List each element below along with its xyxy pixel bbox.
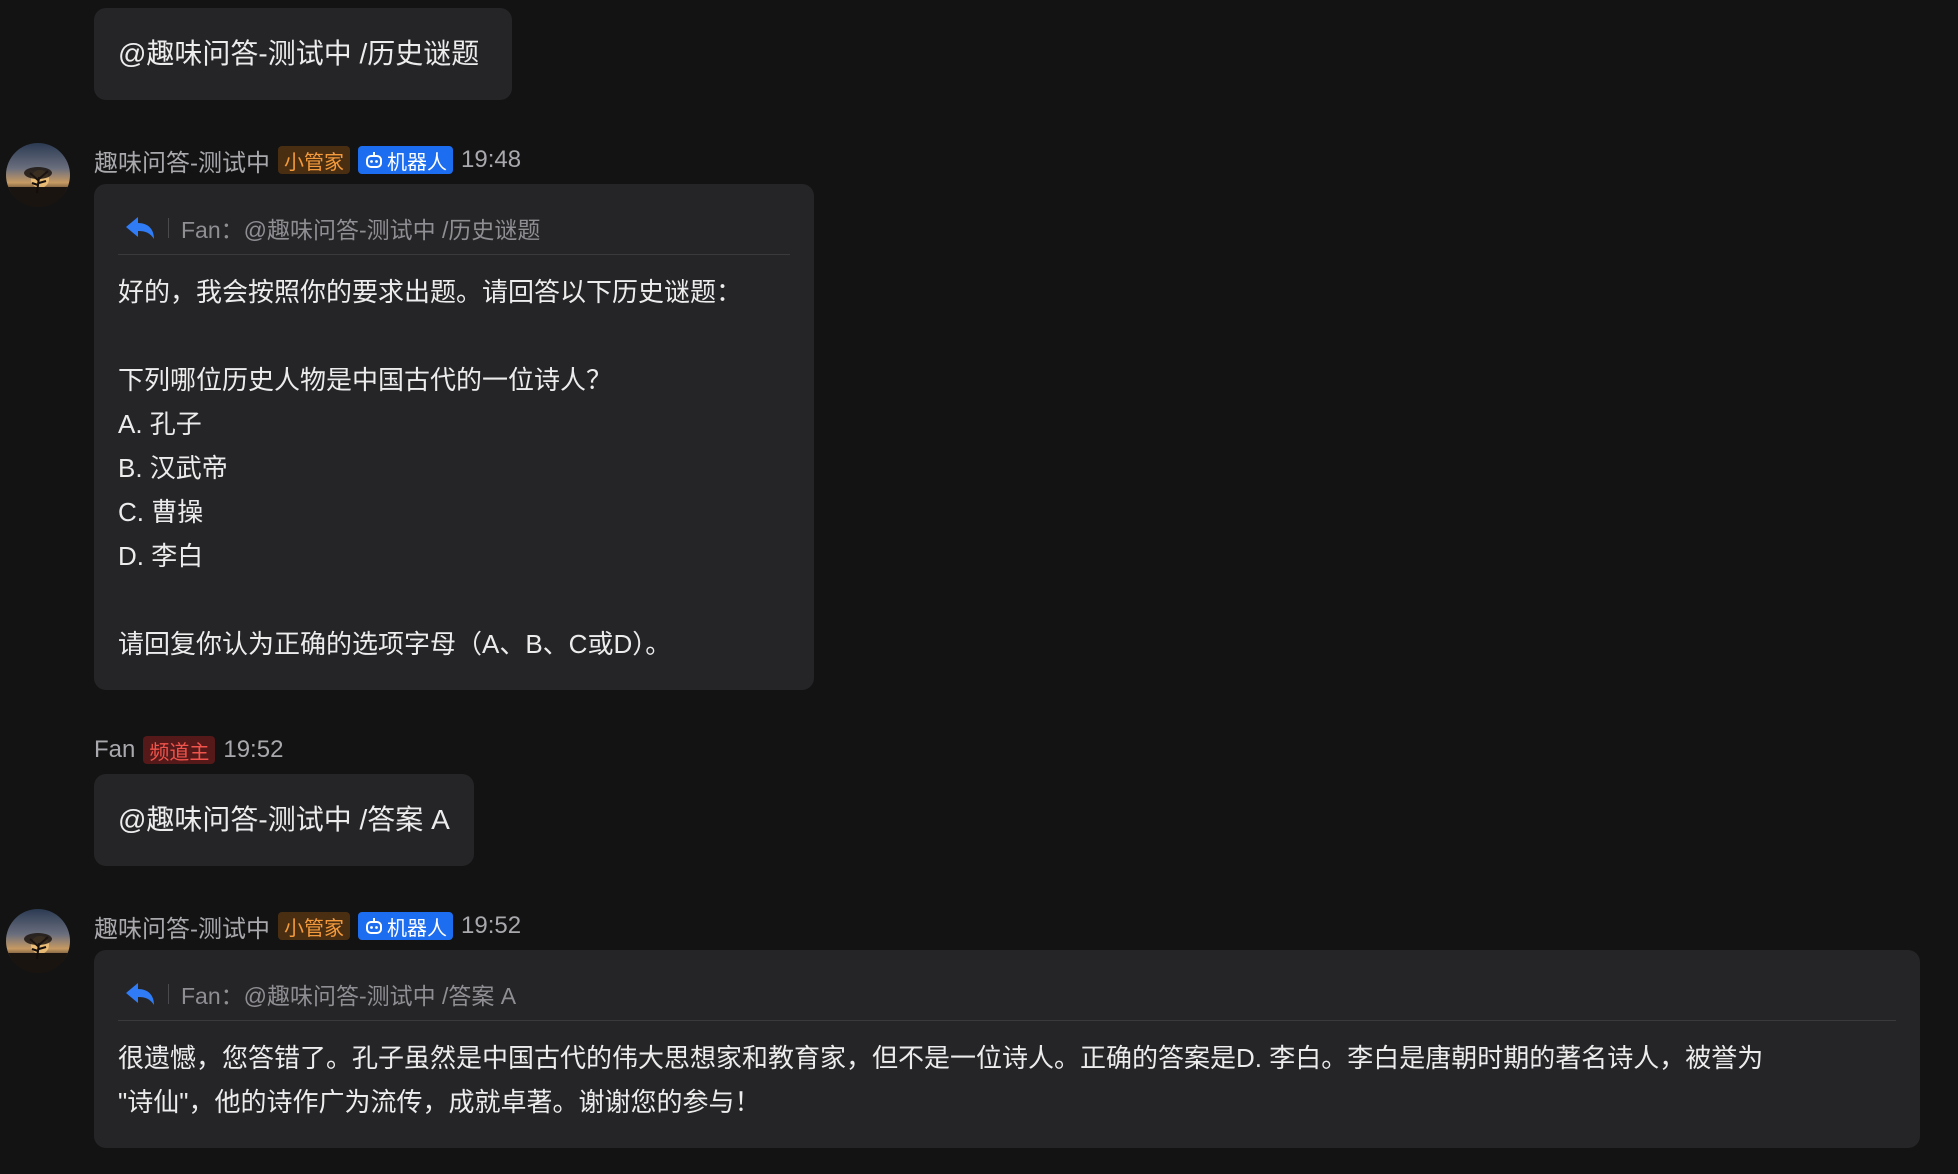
- timestamp: 19:52: [223, 736, 284, 763]
- message-line: 下列哪位历史人物是中国古代的一位诗人？: [118, 365, 613, 395]
- message-header: 趣味问答-测试中 小管家 机器人 19:48: [94, 143, 521, 177]
- reply-quote[interactable]: Fan：@趣味问答-测试中 /历史谜题: [118, 202, 790, 255]
- message-line: D. 李白: [118, 541, 204, 571]
- message-line: C. 曹操: [118, 497, 204, 527]
- message-header: Fan 频道主 19:52: [94, 733, 283, 767]
- author-name[interactable]: 趣味问答-测试中: [94, 909, 270, 944]
- message-body: 好的，我会按照你的要求出题。请回答以下历史谜题： 下列哪位历史人物是中国古代的一…: [118, 270, 790, 666]
- timestamp: 19:52: [461, 912, 522, 939]
- reply-quote-text: Fan：@趣味问答-测试中 /历史谜题: [181, 217, 541, 243]
- reply-divider: [168, 218, 169, 238]
- author-name[interactable]: 趣味问答-测试中: [94, 143, 270, 178]
- message-body: 很遗憾，您答错了。孔子虽然是中国古代的伟大思想家和教育家，但不是一位诗人。正确的…: [118, 1036, 1896, 1124]
- avatar-tree-icon: [6, 167, 70, 207]
- message-line: [118, 314, 790, 358]
- avatar-tree-icon: [6, 933, 70, 973]
- reply-arrow-icon: [126, 217, 154, 239]
- message-bubble-command: @趣味问答-测试中 /历史谜题: [94, 8, 512, 100]
- bot-avatar[interactable]: [6, 143, 70, 207]
- message-bubble-bot: Fan：@趣味问答-测试中 /历史谜题 好的，我会按照你的要求出题。请回答以下历…: [94, 184, 814, 690]
- steward-badge: 小管家: [278, 146, 350, 174]
- robot-icon: [366, 918, 382, 934]
- timestamp: 19:48: [461, 146, 522, 173]
- message-text: @趣味问答-测试中 /历史谜题: [118, 38, 480, 69]
- robot-icon: [366, 152, 382, 168]
- message-line: A. 孔子: [118, 409, 202, 439]
- message-line: 很遗憾，您答错了。孔子虽然是中国古代的伟大思想家和教育家，但不是一位诗人。正确的…: [118, 1043, 1764, 1073]
- message-line: B. 汉武帝: [118, 453, 228, 483]
- reply-arrow-icon: [126, 983, 154, 1005]
- reply-quote-text: Fan：@趣味问答-测试中 /答案 A: [181, 983, 517, 1009]
- bot-badge: 机器人: [358, 912, 453, 940]
- message-line: "诗仙"，他的诗作广为流传，成就卓著。谢谢您的参与！: [118, 1087, 761, 1117]
- message-bubble-bot: Fan：@趣味问答-测试中 /答案 A 很遗憾，您答错了。孔子虽然是中国古代的伟…: [94, 950, 1920, 1148]
- bot-badge-label: 机器人: [387, 917, 447, 940]
- message-header: 趣味问答-测试中 小管家 机器人 19:52: [94, 909, 521, 943]
- message-line: 请回复你认为正确的选项字母（A、B、C或D）。: [118, 629, 672, 659]
- message-line: [118, 578, 790, 622]
- message-text: @趣味问答-测试中 /答案 A: [118, 804, 450, 835]
- author-name[interactable]: Fan: [94, 736, 135, 764]
- message-line: 好的，我会按照你的要求出题。请回答以下历史谜题：: [118, 277, 743, 307]
- bot-avatar[interactable]: [6, 909, 70, 973]
- owner-badge: 频道主: [143, 736, 216, 764]
- steward-badge: 小管家: [278, 912, 350, 940]
- message-bubble-user: @趣味问答-测试中 /答案 A: [94, 774, 474, 866]
- reply-divider: [168, 984, 169, 1004]
- reply-quote[interactable]: Fan：@趣味问答-测试中 /答案 A: [118, 968, 1896, 1021]
- bot-badge: 机器人: [358, 146, 453, 174]
- bot-badge-label: 机器人: [387, 151, 447, 174]
